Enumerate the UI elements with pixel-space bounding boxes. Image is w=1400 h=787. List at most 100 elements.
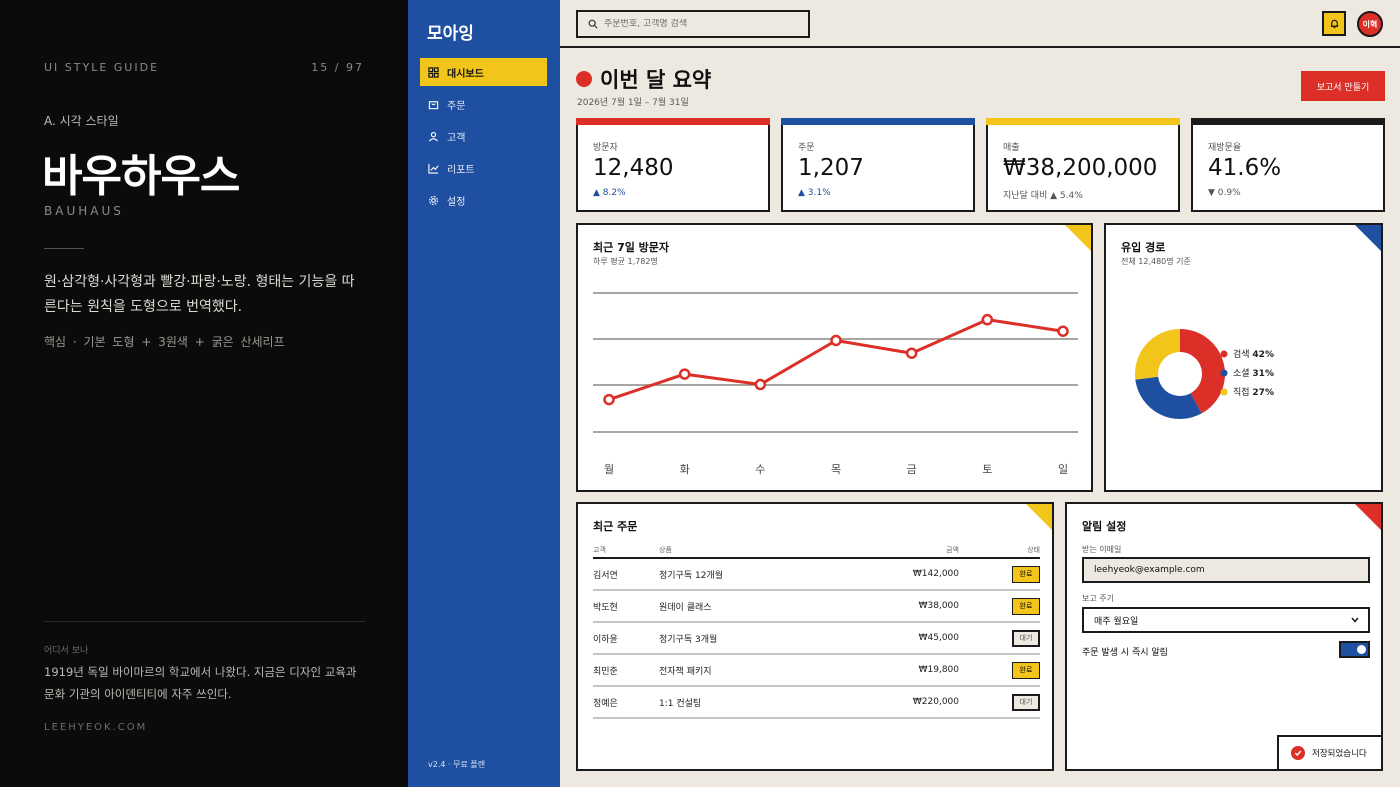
avatar[interactable]: 이혁 (1357, 11, 1383, 37)
cycle-select[interactable]: 매주 월요일 (1082, 607, 1370, 633)
search-input[interactable] (604, 19, 794, 29)
grid-icon (428, 66, 439, 78)
version-label: v2.4 · 무료 플랜 (428, 760, 486, 769)
cycle-label: 보고 주기 (1082, 594, 1114, 603)
search-icon (588, 19, 598, 29)
x-tick-label: 수 (755, 463, 765, 476)
guide-divider-bottom (44, 621, 365, 622)
x-tick-label: 금 (907, 463, 917, 476)
data-point (603, 393, 615, 406)
status-badge: 완료 (1012, 565, 1040, 583)
style-guide-panel: UI STYLE GUIDE 15 / 97 A. 시각 스타일 바우하우스 B… (0, 0, 408, 787)
create-report-button[interactable]: 보고서 만들기 (1301, 71, 1385, 101)
visitors-line-chart: 월화수목금토일 (593, 292, 1078, 476)
amount-cell: ₩38,000 (918, 601, 959, 611)
status-badge: 완료 (1012, 597, 1040, 615)
toggle-knob (1357, 645, 1366, 654)
table-row[interactable]: 김서연 정기구독 12개월 ₩142,000 완료 (593, 559, 1040, 591)
guide-title: 바우하우스 (42, 151, 240, 202)
kpi-value: ₩38,200,000 (1003, 155, 1158, 181)
alert-settings-panel: 알림 설정 받는 이메일 보고 주기 매주 월요일 주문 발생 시 즉시 알림 (1065, 502, 1383, 771)
legend-label: 검색 42% (1233, 348, 1274, 360)
column-header: 고객 (593, 545, 606, 554)
guide-core: 핵심 · 기본 도형 + 3원색 + 굵은 산세리프 (44, 335, 285, 349)
guide-pager: 15 / 97 (311, 61, 364, 74)
gear-icon (428, 195, 439, 206)
kpi-accent-bar (781, 118, 975, 125)
toast-text: 저장되었습니다 (1312, 749, 1367, 759)
email-label: 받는 이메일 (1082, 545, 1122, 554)
table-header: 고객 상품 금액 상태 (593, 542, 1040, 559)
product-cell: 정기구독 3개월 (659, 634, 718, 645)
instant-alert-toggle[interactable] (1339, 641, 1370, 658)
table-body: 김서연 정기구독 12개월 ₩142,000 완료 박도현 원데이 클래스 ₩38,000 완… (593, 559, 1040, 719)
legend-swatch (1220, 388, 1228, 396)
sidebar-item-label: 리포트 (447, 164, 475, 176)
sidebar-item-customers[interactable]: 고객 (420, 122, 547, 150)
data-point (905, 347, 918, 359)
kpi-delta: ▲ 8.2% (593, 188, 626, 198)
table-row[interactable]: 박도현 원데이 클래스 ₩38,000 완료 (593, 591, 1040, 623)
user-icon (428, 131, 439, 142)
source-donut-chart: 검색 42% 소셜 31% 직접 27% (1135, 329, 1274, 419)
cycle-select-value: 매주 월요일 (1094, 616, 1139, 627)
customer-cell: 최민준 (593, 666, 618, 677)
table-row[interactable]: 이하윤 정기구독 3개월 ₩45,000 대기 (593, 623, 1040, 655)
kpi-accent-bar (986, 118, 1180, 125)
corner-triangle (1355, 504, 1381, 530)
x-tick-label: 화 (680, 463, 690, 476)
guide-eyebrow: UI STYLE GUIDE (44, 61, 160, 74)
bag-icon (428, 99, 439, 110)
brand-logo[interactable]: 모아잉 (427, 19, 474, 44)
panel-title: 최근 주문 (593, 520, 638, 533)
status-badge: 대기 (1012, 693, 1040, 711)
kpi-card-return-rate: 재방문율 41.6% ▼ 0.9% (1191, 118, 1385, 212)
customer-cell: 김서연 (593, 570, 618, 581)
amount-cell: ₩45,000 (918, 633, 959, 643)
kpi-delta: ▲ 3.1% (798, 188, 831, 198)
table-row[interactable]: 정예은 1:1 컨설팅 ₩220,000 대기 (593, 687, 1040, 719)
corner-triangle (1026, 504, 1052, 530)
sidebar-item-orders[interactable]: 주문 (420, 90, 547, 118)
status-cell: 완료 (959, 661, 1040, 679)
amount-cell: ₩142,000 (912, 569, 959, 579)
x-tick-label: 목 (831, 463, 841, 476)
kpi-accent-bar (1191, 118, 1385, 125)
bell-icon (1330, 19, 1338, 29)
guide-subtitle: BAUHAUS (44, 204, 124, 218)
x-tick-label: 토 (982, 463, 992, 476)
guide-description: 원·삼각형·사각형과 빨강·파랑·노랑. 형태는 기능을 따른다는 원칙을 도형… (44, 274, 355, 315)
chart-icon (428, 163, 439, 174)
product-cell: 정기구독 12개월 (659, 570, 723, 581)
data-point (1057, 325, 1069, 337)
email-field[interactable] (1082, 557, 1370, 583)
product-cell: 전자책 패키지 (659, 666, 712, 677)
guide-site: LEEHYEOK.COM (44, 722, 148, 733)
amount-cell: ₩19,800 (918, 665, 959, 675)
sidebar-item-settings[interactable]: 설정 (420, 186, 547, 214)
legend-label: 직접 27% (1233, 386, 1274, 398)
kpi-value: 41.6% (1208, 155, 1282, 181)
notifications-button[interactable] (1322, 11, 1346, 36)
date-range: 2026년 7월 1일 – 7월 31일 (577, 98, 689, 108)
kpi-label: 방문자 (593, 143, 618, 153)
column-header: 상태 (1027, 545, 1040, 554)
data-point (830, 334, 842, 347)
legend-label: 소셜 31% (1233, 368, 1274, 379)
status-badge: 대기 (1012, 629, 1040, 647)
sidebar-item-reports[interactable]: 리포트 (420, 154, 547, 182)
sidebar-item-label: 주문 (447, 100, 466, 112)
x-tick-label: 월 (604, 463, 614, 476)
sidebar: 모아잉 대시보드 주문 고객 리포트 설정 v2.4 · 무료 플랜 (408, 0, 560, 787)
sidebar-item-dashboard[interactable]: 대시보드 (420, 58, 547, 86)
data-point (981, 313, 994, 326)
pie-slice (1135, 376, 1202, 419)
guide-section: A. 시각 스타일 (44, 114, 119, 128)
column-header: 상품 (659, 545, 672, 554)
sidebar-nav: 대시보드 주문 고객 리포트 설정 (420, 58, 547, 218)
search-box[interactable] (576, 10, 810, 38)
check-icon (1291, 746, 1305, 760)
table-row[interactable]: 최민준 전자책 패키지 ₩19,800 완료 (593, 655, 1040, 687)
status-cell: 대기 (959, 693, 1040, 711)
column-header: 금액 (946, 545, 959, 554)
